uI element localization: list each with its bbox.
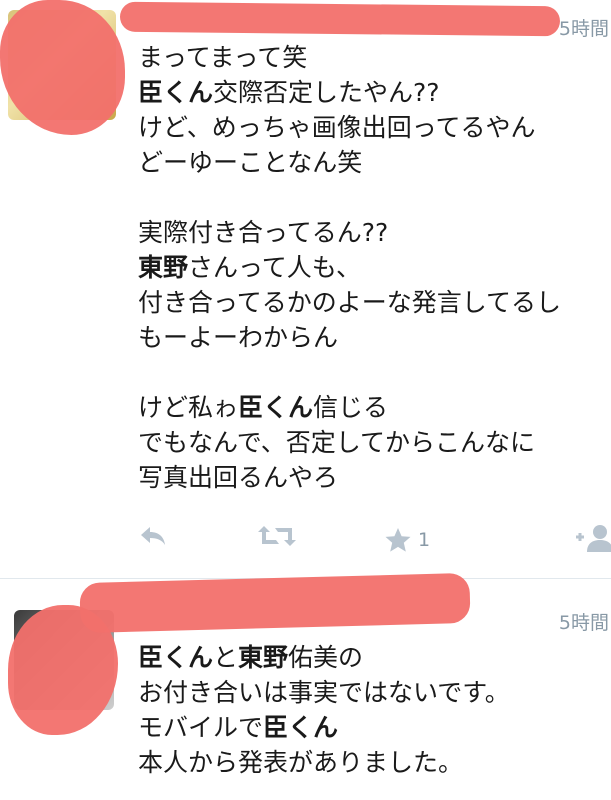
tweet-keyword: 臣くん [238, 393, 314, 422]
tweet-text-segment: けど、めっちゃ画像出回ってるやん [138, 113, 536, 142]
favorite-button[interactable]: 1 [384, 524, 430, 556]
reply-icon [141, 527, 165, 545]
tweet-line: 実際付き合ってるん?? [138, 215, 607, 250]
tweet-keyword: 臣くん [138, 78, 214, 107]
tweet-text: まってまって笑 臣くん交際否定したやん?? けど、めっちゃ画像出回ってるやん どーゆー… [138, 40, 607, 495]
tweet-text-segment: でもなんで、否定してからこんなに [138, 428, 536, 457]
tweet-line: けど、めっちゃ画像出回ってるやん [138, 110, 607, 145]
retweet-button[interactable] [258, 524, 296, 548]
tweet-text-segment: 本人から発表がありました。 [138, 748, 464, 777]
reply-button[interactable] [138, 524, 168, 548]
tweet-line: 写真出回るんやろ [138, 460, 607, 495]
tweet-text-segment: 信じる [313, 393, 389, 422]
favorite-count: 1 [418, 529, 431, 551]
tweet-actions: 1 [134, 524, 611, 560]
tweet-line: 臣くんと東野佑美の [138, 640, 607, 675]
tweet-timestamp[interactable]: 5時間 [559, 14, 609, 41]
tweet-line: まってまって笑 [138, 40, 607, 75]
tweet-text-segment: お付き合いは事実ではないです。 [138, 678, 510, 707]
tweet-text-segment: 付き合ってるかのよーな発言してるし [138, 288, 562, 317]
tweet-text-segment: 実際付き合ってるん?? [138, 218, 389, 247]
redaction-username [119, 1, 561, 37]
tweet-line: もーよーわからん [138, 320, 607, 355]
tweet-text-segment: まってまって笑 [138, 43, 308, 72]
tweet-line: 付き合ってるかのよーな発言してるし [138, 285, 607, 320]
tweet-text-segment: もーよーわからん [138, 323, 339, 352]
tweet-keyword: 臣くん [263, 713, 339, 742]
tweet-text-segment: どーゆーことなん笑 [138, 148, 363, 177]
star-icon [385, 528, 411, 552]
tweet-keyword: 臣くん [138, 643, 214, 672]
tweet-text: 臣くんと東野佑美の お付き合いは事実ではないです。 モバイルで臣くん 本人から発表があ… [138, 640, 607, 780]
add-user-icon [576, 525, 611, 552]
tweet-line: どーゆーことなん笑 [138, 145, 607, 180]
tweet[interactable]: 5時間 まってまって笑 臣くん交際否定したやん?? けど、めっちゃ画像出回ってるやん… [0, 0, 611, 580]
tweet-keyword: 東野 [238, 643, 289, 672]
tweet-keyword: 東野 [138, 253, 189, 282]
tweet-line: 本人から発表がありました。 [138, 745, 607, 780]
tweet[interactable]: 5時間 臣くんと東野佑美の お付き合いは事実ではないです。 モバイルで臣くん 本人から… [0, 572, 611, 800]
tweet-line: けど私ゎ臣くん信じる [138, 390, 607, 425]
redaction-username [79, 572, 471, 634]
tweet-text-segment: さんって人も、 [188, 253, 362, 282]
tweet-timestamp[interactable]: 5時間 [559, 608, 609, 635]
tweet-line: 臣くん交際否定したやん?? [138, 75, 607, 110]
follow-button[interactable] [574, 524, 611, 552]
tweet-line: 東野さんって人も、 [138, 250, 607, 285]
tweet-text-segment: と [213, 643, 239, 672]
tweet-line: お付き合いは事実ではないです。 [138, 675, 607, 710]
tweet-text-segment: 交際否定したやん?? [213, 78, 440, 107]
tweet-line: モバイルで臣くん [138, 710, 607, 745]
retweet-icon [258, 526, 296, 546]
tweet-line: でもなんで、否定してからこんなに [138, 425, 607, 460]
tweet-text-segment: けど私ゎ [138, 393, 239, 422]
tweet-text-segment: 写真出回るんやろ [138, 463, 339, 492]
tweet-text-segment: モバイルで [138, 713, 264, 742]
tweet-timeline: 5時間 まってまって笑 臣くん交際否定したやん?? けど、めっちゃ画像出回ってるやん… [0, 0, 611, 800]
tweet-text-segment: 佑美の [288, 643, 364, 672]
